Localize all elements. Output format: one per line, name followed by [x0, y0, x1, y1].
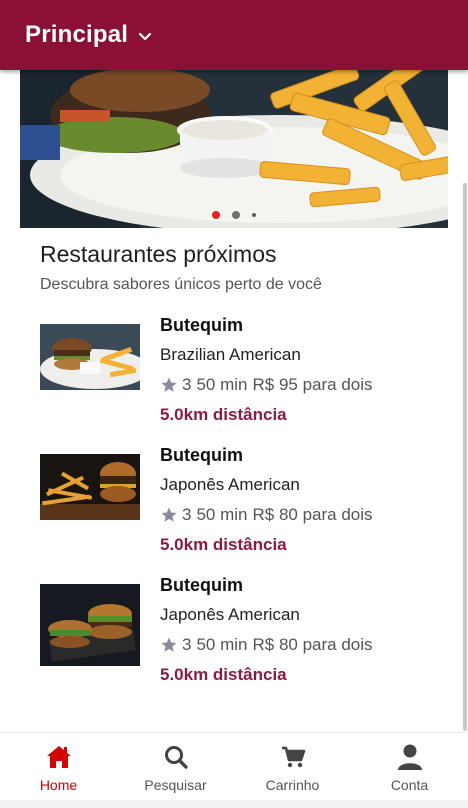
nav-search[interactable]: Pesquisar: [117, 733, 234, 800]
hero-carousel[interactable]: [20, 70, 448, 228]
restaurant-thumbnail: [40, 454, 140, 520]
scrollbar-thumb[interactable]: [463, 183, 467, 731]
restaurant-time: 50 min: [196, 505, 248, 524]
restaurant-name: Butequim: [160, 445, 243, 465]
restaurant-price: R$ 80 para dois: [252, 505, 373, 524]
restaurant-time: 50 min: [196, 635, 248, 654]
system-bar: [0, 800, 468, 808]
carousel-dot[interactable]: [212, 211, 220, 219]
restaurant-distance: 5.0km distância: [160, 535, 287, 554]
restaurant-card[interactable]: Butequim Brazilian American 3 50 min R$ …: [40, 314, 440, 424]
restaurant-cuisine: Japonês American: [160, 475, 300, 494]
restaurant-name: Butequim: [160, 575, 243, 595]
restaurant-meta: 3 50 min R$ 80 para dois: [160, 634, 373, 656]
restaurant-cuisine: Brazilian American: [160, 345, 301, 364]
carousel-indicators: [20, 211, 448, 219]
star-icon: [160, 506, 178, 524]
nav-cart[interactable]: Carrinho: [234, 733, 351, 800]
restaurant-rating: 3: [182, 635, 192, 654]
app-header: Principal: [0, 0, 468, 70]
restaurant-meta: 3 50 min R$ 80 para dois: [160, 504, 373, 526]
home-icon: [45, 743, 73, 771]
carousel-dot[interactable]: [252, 213, 256, 217]
cart-icon: [280, 743, 306, 771]
carousel-dot[interactable]: [232, 211, 240, 219]
restaurant-price: R$ 80 para dois: [252, 635, 373, 654]
nav-label: Home: [39, 777, 78, 793]
nav-home[interactable]: Home: [0, 733, 117, 800]
hero-food-image: [20, 70, 448, 228]
restaurant-rating: 3: [182, 505, 192, 524]
star-icon: [160, 376, 178, 394]
restaurant-card[interactable]: Butequim Japonês American 3 50 min R$ 80…: [40, 574, 440, 684]
location-title[interactable]: Principal: [25, 21, 128, 49]
restaurant-distance: 5.0km distância: [160, 405, 287, 424]
restaurant-rating: 3: [182, 375, 192, 394]
star-icon: [160, 636, 178, 654]
search-icon: [163, 743, 189, 771]
section-subtitle: Descubra sabores únicos perto de você: [40, 276, 322, 293]
bottom-navigation: Home Pesquisar Carrinho Conta: [0, 732, 468, 800]
nav-label: Carrinho: [265, 777, 320, 793]
restaurant-cuisine: Japonês American: [160, 605, 300, 624]
nav-account[interactable]: Conta: [351, 733, 468, 800]
restaurant-meta: 3 50 min R$ 95 para dois: [160, 374, 373, 396]
nav-label: Pesquisar: [144, 777, 207, 793]
nav-label: Conta: [390, 777, 429, 793]
section-title: Restaurantes próximos: [40, 241, 277, 267]
restaurant-thumbnail: [40, 324, 140, 390]
restaurant-info: Butequim Brazilian American 3 50 min R$ …: [160, 314, 373, 426]
restaurant-info: Butequim Japonês American 3 50 min R$ 80…: [160, 574, 373, 686]
restaurant-distance: 5.0km distância: [160, 665, 287, 684]
restaurant-time: 50 min: [196, 375, 248, 394]
restaurant-name: Butequim: [160, 315, 243, 335]
restaurant-price: R$ 95 para dois: [252, 375, 373, 394]
chevron-down-icon[interactable]: [138, 32, 152, 42]
restaurant-thumbnail: [40, 584, 140, 666]
restaurant-info: Butequim Japonês American 3 50 min R$ 80…: [160, 444, 373, 556]
restaurant-card[interactable]: Butequim Japonês American 3 50 min R$ 80…: [40, 444, 440, 554]
person-icon: [397, 743, 423, 771]
